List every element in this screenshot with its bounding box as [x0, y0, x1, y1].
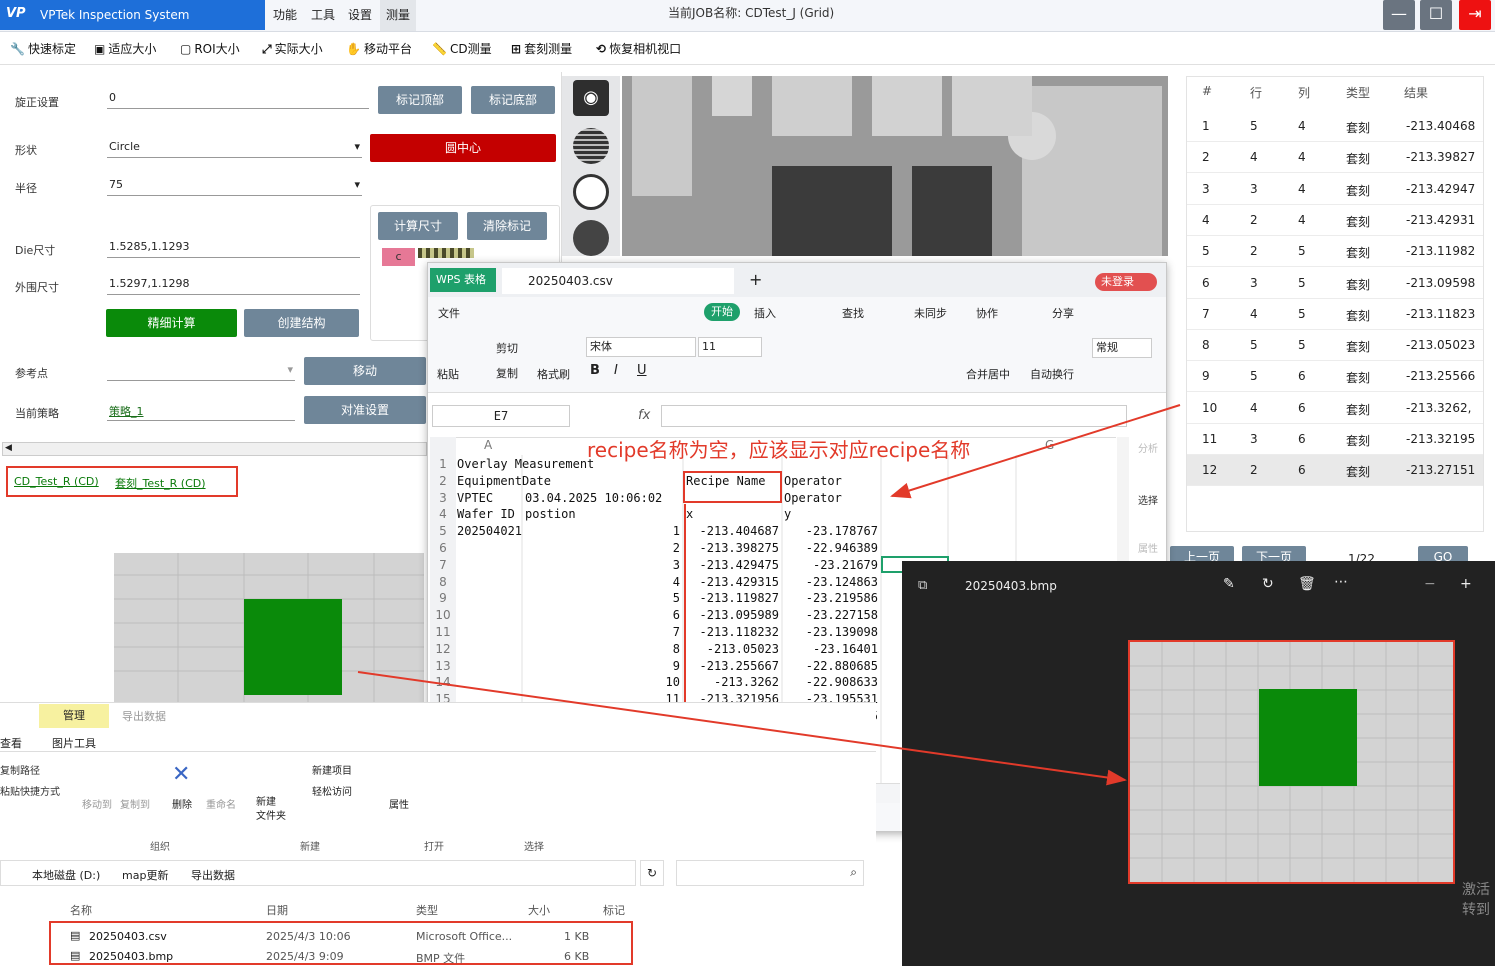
arrow-to-recipe [890, 404, 1181, 499]
annotation-arrows [357, 404, 1181, 786]
arrow-to-bmp [357, 671, 1127, 786]
